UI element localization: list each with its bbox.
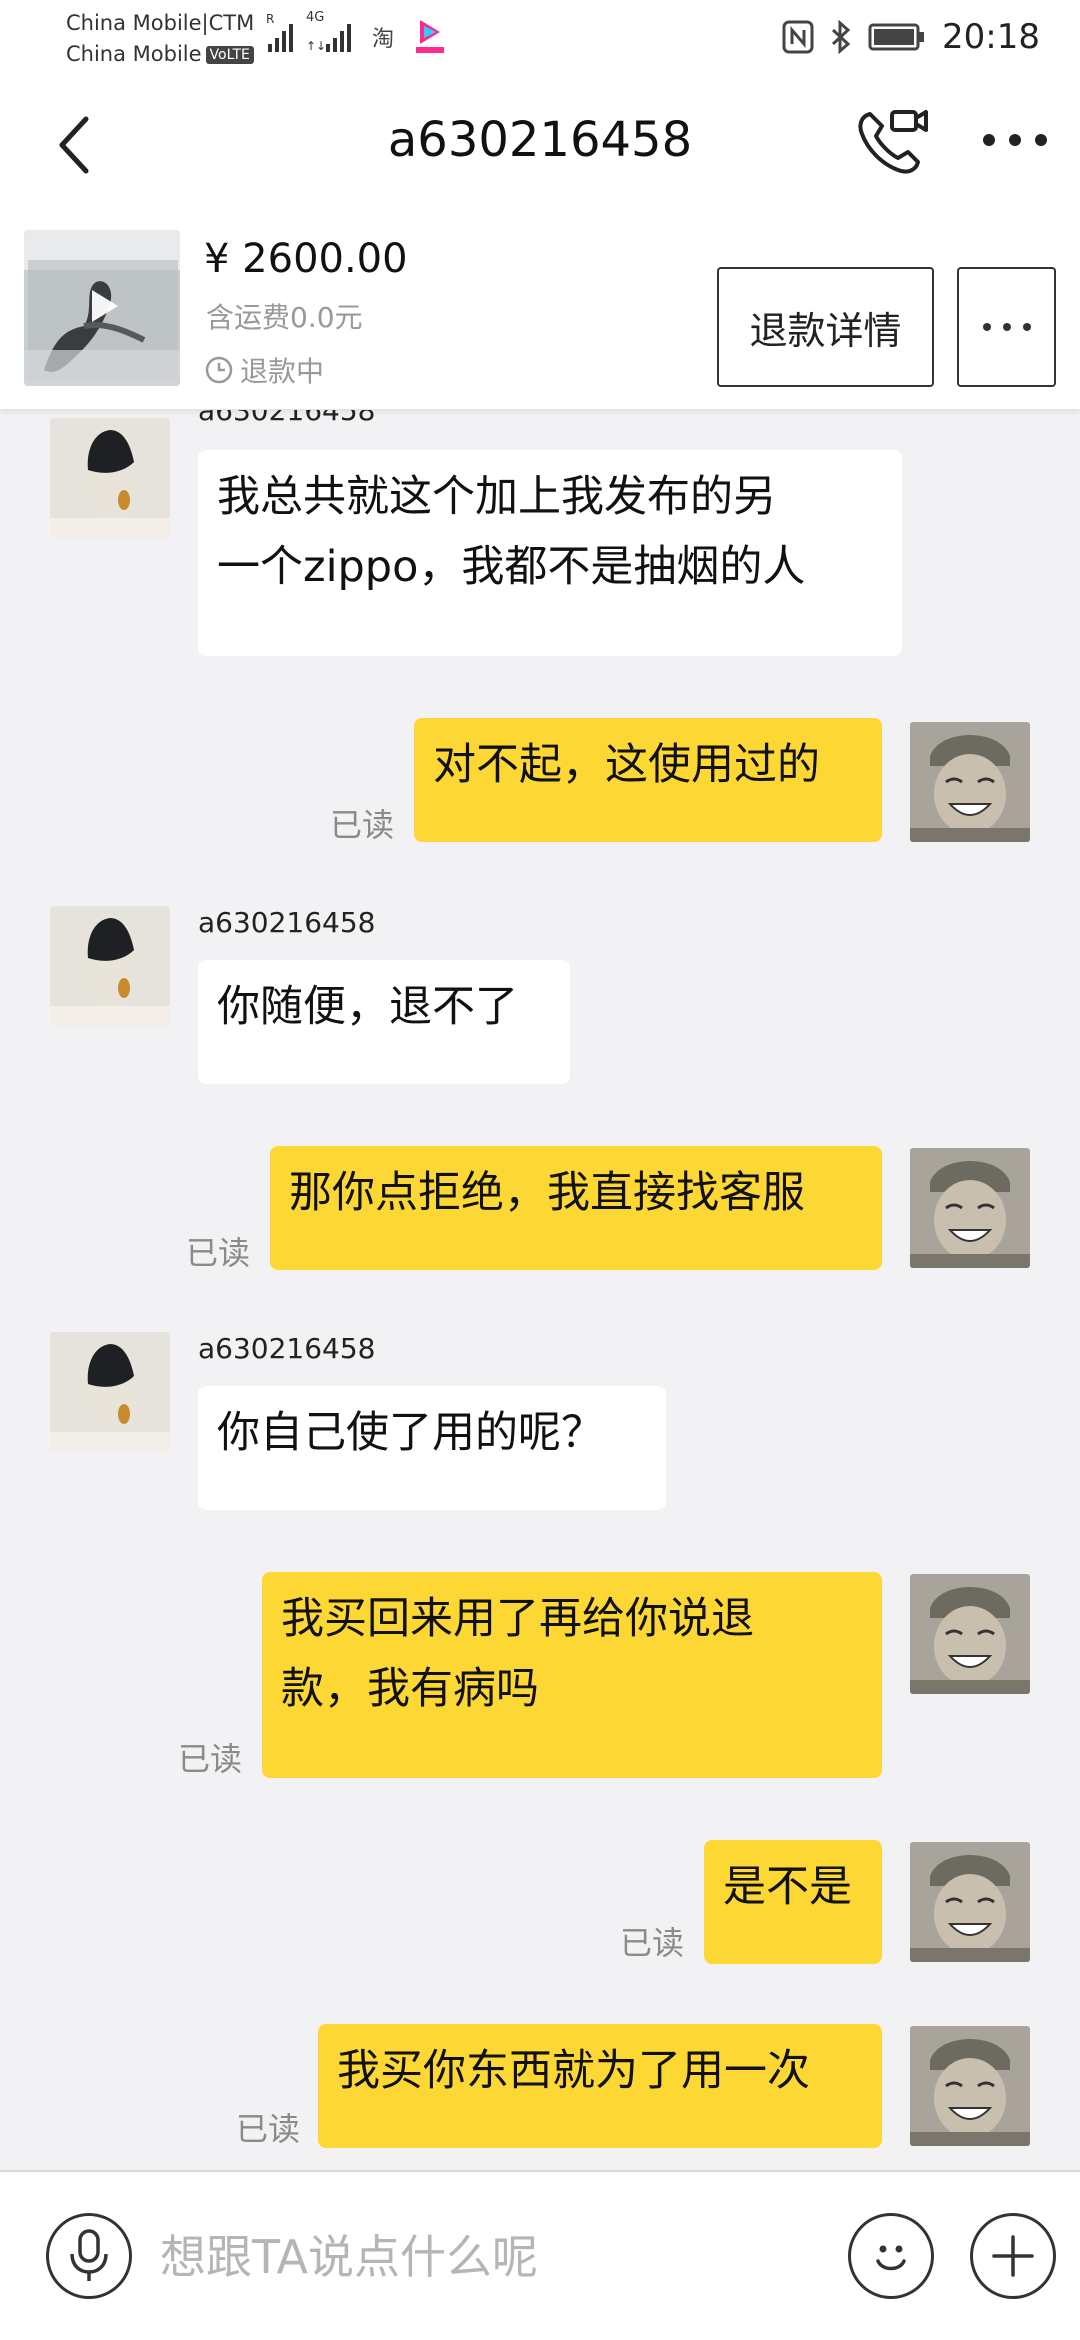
svg-text:↑↓: ↑↓: [306, 39, 326, 53]
my-avatar[interactable]: [910, 2026, 1030, 2146]
refund-details-button[interactable]: 退款详情: [717, 267, 934, 387]
read-receipt: 已读: [330, 806, 395, 844]
refund-status-label: 退款中: [240, 355, 325, 388]
video-call-button[interactable]: [852, 102, 932, 182]
sender-name: a630216458: [198, 410, 376, 427]
carrier-line-2-text: China Mobile: [66, 42, 202, 66]
microphone-icon: [70, 2229, 108, 2281]
product-thumbnail[interactable]: [24, 230, 180, 386]
video-call-icon: [858, 110, 928, 174]
volte-badge: VoLTE: [205, 46, 254, 64]
read-receipt: 已读: [236, 2110, 301, 2148]
message-bubble-outgoing[interactable]: 对不起，这使用过的: [414, 718, 882, 842]
contact-avatar[interactable]: [50, 418, 170, 538]
product-more-button[interactable]: [957, 267, 1056, 387]
sender-name: a630216458: [198, 1332, 376, 1365]
4g-label: 4G: [306, 10, 325, 25]
status-bar: China Mobile|CTM China Mobile VoLTE R 4G …: [0, 0, 1080, 80]
read-receipt: 已读: [178, 1740, 243, 1778]
signal-4g-icon: 4G ↑↓: [306, 10, 362, 58]
youku-icon: [412, 16, 448, 60]
my-avatar[interactable]: [910, 722, 1030, 842]
bluetooth-icon: [831, 20, 851, 54]
read-receipt: 已读: [186, 1234, 251, 1272]
add-attachment-button[interactable]: [970, 2213, 1056, 2299]
chat-screen: China Mobile|CTM China Mobile VoLTE R 4G …: [0, 0, 1080, 2340]
clock-icon: [205, 356, 233, 384]
message-line: 我总共就这个加上我发布的另: [217, 472, 776, 522]
roaming-label: R: [266, 12, 275, 26]
signal-icon: R: [266, 12, 300, 58]
message-bubble-outgoing[interactable]: 那你点拒绝，我直接找客服: [270, 1146, 882, 1270]
product-price: ¥ 2600.00: [204, 236, 408, 282]
message-line: 你自己使了用的呢？: [217, 1408, 604, 1458]
message-line: 我买回来用了再给你说退: [281, 1594, 754, 1644]
refund-status: 退款中: [204, 350, 324, 390]
more-icon: [982, 323, 1031, 331]
read-receipt: 已读: [620, 1924, 685, 1962]
sender-name: a630216458: [198, 906, 376, 939]
message-line: 对不起，这使用过的: [433, 740, 820, 790]
nfc-icon: [782, 20, 814, 54]
contact-avatar[interactable]: [50, 906, 170, 1026]
message-bubble-incoming[interactable]: 你随便，退不了: [198, 960, 570, 1084]
message-line: 那你点拒绝，我直接找客服: [289, 1168, 805, 1218]
contact-avatar[interactable]: [50, 1332, 170, 1452]
my-avatar[interactable]: [910, 1842, 1030, 1962]
battery-icon: [868, 23, 925, 51]
top-nav: a630216458: [0, 80, 1080, 210]
more-icon: [983, 134, 1047, 146]
message-input[interactable]: [160, 2217, 820, 2297]
status-right: 20:18: [782, 14, 1040, 60]
my-avatar[interactable]: [910, 1148, 1030, 1268]
message-line: 一个zippo，我都不是抽烟的人: [217, 542, 806, 592]
carrier-line-1: China Mobile|CTM: [66, 11, 255, 35]
svg-text:淘: 淘: [372, 27, 394, 52]
my-avatar[interactable]: [910, 1574, 1030, 1694]
message-bubble-outgoing[interactable]: 我买你东西就为了用一次: [318, 2024, 882, 2148]
shipping-info: 含运费0.0元: [206, 301, 363, 334]
message-line: 你随便，退不了: [217, 982, 518, 1032]
carrier-line-2: China Mobile VoLTE: [66, 39, 254, 70]
emoji-icon: [876, 2245, 906, 2271]
play-icon: [92, 290, 118, 322]
message-line: 是不是: [723, 1862, 852, 1912]
taobao-icon: 淘: [370, 22, 400, 56]
message-bubble-outgoing[interactable]: 我买回来用了再给你说退 款，我有病吗: [262, 1572, 882, 1778]
message-bubble-incoming[interactable]: 我总共就这个加上我发布的另 一个zippo，我都不是抽烟的人: [198, 450, 902, 656]
chat-area: a630216458 我总共就这个加上我发布的另 一个zippo，我都不是抽烟的…: [0, 410, 1080, 2170]
emoji-button[interactable]: [848, 2213, 934, 2299]
message-bubble-incoming[interactable]: 你自己使了用的呢？: [198, 1386, 666, 1510]
plus-icon: [992, 2235, 1034, 2277]
message-line: 款，我有病吗: [281, 1664, 539, 1714]
product-card[interactable]: ¥ 2600.00 含运费0.0元 退款中 退款详情: [0, 210, 1080, 410]
message-input-bar: [0, 2170, 1080, 2340]
more-options-button[interactable]: [975, 110, 1055, 170]
message-line: 我买你东西就为了用一次: [337, 2046, 810, 2096]
clock-time: 20:18: [942, 17, 1040, 57]
voice-input-button[interactable]: [46, 2213, 132, 2299]
carrier-info: China Mobile|CTM China Mobile VoLTE: [66, 8, 254, 70]
message-bubble-outgoing[interactable]: 是不是: [704, 1840, 882, 1964]
